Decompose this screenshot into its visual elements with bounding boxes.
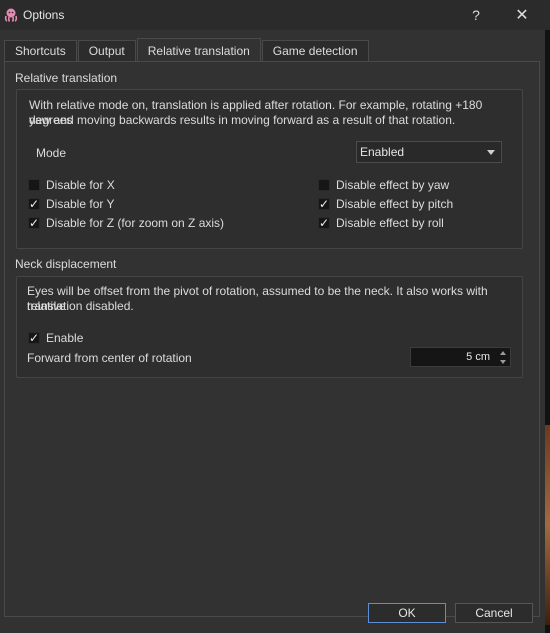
title-bar: Options ? ✕ [0,0,550,30]
disable-roll-checkbox[interactable]: ✓ Disable effect by roll [318,216,444,230]
tab-shortcuts[interactable]: Shortcuts [4,40,77,61]
forward-offset-spinbox[interactable]: 5 cm [410,347,511,367]
neck-displacement-group: Eyes will be offset from the pivot of ro… [16,276,523,378]
checkbox-box[interactable] [28,179,40,191]
mode-select[interactable]: Enabled [356,141,502,163]
ok-button[interactable]: OK [368,603,446,623]
disable-y-label: Disable for Y [46,197,115,211]
tab-output[interactable]: Output [77,40,136,61]
help-button[interactable]: ? [464,0,488,30]
cancel-button[interactable]: Cancel [455,603,533,623]
disable-pitch-checkbox[interactable]: ✓ Disable effect by pitch [318,197,453,211]
chevron-down-icon [487,150,495,155]
mode-select-value: Enabled [360,145,405,159]
disable-yaw-label: Disable effect by yaw [336,178,450,192]
relative-description-line2: yaw and moving backwards results in movi… [29,113,456,127]
tab-relative-translation[interactable]: Relative translation [136,38,261,62]
disable-z-checkbox[interactable]: ✓ Disable for Z (for zoom on Z axis) [28,216,224,230]
tab-bar: Shortcuts Output Relative translation Ga… [4,38,370,62]
checkbox-box[interactable]: ✓ [28,198,40,210]
disable-roll-label: Disable effect by roll [336,216,444,230]
neck-enable-label: Enable [46,331,84,345]
background-image-fragment [545,425,550,625]
disable-y-checkbox[interactable]: ✓ Disable for Y [28,197,114,211]
forward-offset-value: 5 cm [466,351,490,363]
checkbox-box[interactable] [318,179,330,191]
close-button[interactable]: ✕ [510,0,534,30]
disable-x-label: Disable for X [46,178,115,192]
relative-translation-group-title: Relative translation [15,71,118,85]
relative-translation-page: Relative translation With relative mode … [4,61,540,617]
relative-translation-group: With relative mode on, translation is ap… [16,89,523,249]
disable-x-checkbox[interactable]: Disable for X [28,178,115,192]
checkbox-box[interactable]: ✓ [318,198,330,210]
checkbox-box[interactable]: ✓ [28,217,40,229]
background-window-edge [545,30,550,633]
tab-game-detection[interactable]: Game detection [261,40,369,61]
mode-label: Mode [36,146,67,160]
spin-up-icon[interactable] [497,348,509,357]
checkbox-box[interactable]: ✓ [28,332,40,344]
forward-offset-label: Forward from center of rotation [27,351,192,365]
neck-enable-checkbox[interactable]: ✓ Enable [28,331,83,345]
spin-down-icon[interactable] [497,357,509,366]
neck-description-line2: translation disabled. [27,299,134,313]
disable-z-label: Disable for Z (for zoom on Z axis) [46,216,225,230]
options-dialog: Shortcuts Output Relative translation Ga… [0,30,545,633]
neck-displacement-group-title: Neck displacement [15,257,117,271]
octopus-app-icon [3,7,19,23]
checkbox-box[interactable]: ✓ [318,217,330,229]
disable-pitch-label: Disable effect by pitch [336,197,454,211]
disable-yaw-checkbox[interactable]: Disable effect by yaw [318,178,449,192]
window-title: Options [23,8,65,22]
